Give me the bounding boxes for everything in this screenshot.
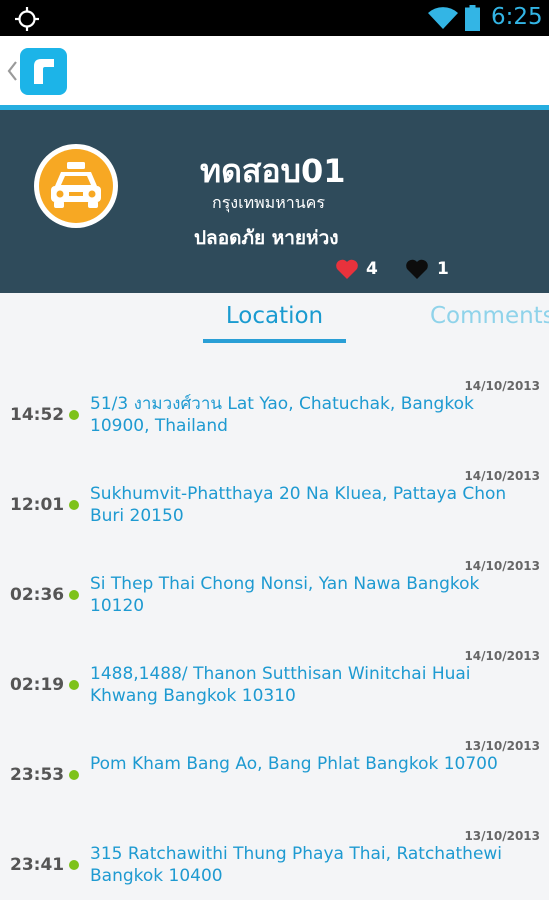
- item-time: 14:52: [10, 405, 65, 425]
- item-address: 315 Ratchawithi Thung Phaya Thai, Ratcha…: [90, 844, 503, 886]
- status-dot: [69, 680, 79, 690]
- item-time: 12:01: [10, 495, 65, 515]
- battery-icon: [465, 5, 480, 31]
- profile-city: กรุงเทพมหานคร: [212, 193, 325, 212]
- item-time: 23:53: [10, 765, 65, 785]
- location-list[interactable]: 14/10/2013 14:52 51/3 งามวงศ์วาน Lat Yao…: [0, 368, 549, 900]
- status-dot: [69, 860, 79, 870]
- profile-status: ปลอดภัย หายห่วง: [194, 227, 339, 249]
- item-address: 1488,1488/ Thanon Sutthisan Winitchai Hu…: [90, 664, 471, 706]
- wifi-icon: [428, 7, 458, 29]
- list-item[interactable]: 14/10/2013 02:36 Si Thep Thai Chong Nons…: [0, 548, 549, 638]
- status-bar: 6:25: [0, 0, 549, 36]
- list-item[interactable]: 14/10/2013 12:01 Sukhumvit-Phatthaya 20 …: [0, 458, 549, 548]
- avatar: [34, 144, 118, 228]
- list-item[interactable]: 14/10/2013 14:52 51/3 งามวงศ์วาน Lat Yao…: [0, 368, 549, 458]
- item-time: 02:19: [10, 675, 65, 695]
- status-dot: [69, 770, 79, 780]
- dark-heart-icon[interactable]: [405, 258, 429, 280]
- item-address: Sukhumvit-Phatthaya 20 Na Kluea, Pattaya…: [90, 484, 507, 526]
- list-item[interactable]: 13/10/2013 23:53 Pom Kham Bang Ao, Bang …: [0, 728, 549, 818]
- app-logo-icon[interactable]: [20, 48, 67, 95]
- list-item[interactable]: 13/10/2013 23:41 315 Ratchawithi Thung P…: [0, 818, 549, 900]
- item-date: 14/10/2013: [464, 649, 540, 663]
- item-address: Pom Kham Bang Ao, Bang Phlat Bangkok 107…: [90, 754, 498, 774]
- gps-icon: [15, 7, 39, 31]
- item-date: 13/10/2013: [464, 739, 540, 753]
- status-dot: [69, 410, 79, 420]
- tab-comments[interactable]: Comments: [430, 303, 549, 329]
- action-bar: [0, 36, 549, 110]
- item-address: Si Thep Thai Chong Nonsi, Yan Nawa Bangk…: [90, 574, 480, 616]
- heart-icon[interactable]: [335, 258, 359, 280]
- item-date: 14/10/2013: [464, 469, 540, 483]
- list-item[interactable]: 14/10/2013 02:19 1488,1488/ Thanon Sutth…: [0, 638, 549, 728]
- item-time: 02:36: [10, 585, 65, 605]
- item-time: 23:41: [10, 855, 65, 875]
- tab-location-label: Location: [225, 303, 324, 329]
- profile-header: ทดสอบ01 กรุงเทพมหานคร ปลอดภัย หายห่วง 4 …: [0, 110, 549, 293]
- tab-indicator: [203, 339, 346, 343]
- tab-location[interactable]: Location: [203, 303, 346, 343]
- status-time: 6:25: [491, 4, 543, 30]
- item-date: 14/10/2013: [464, 559, 540, 573]
- status-dot: [69, 590, 79, 600]
- item-address: 51/3 งามวงศ์วาน Lat Yao, Chatuchak, Bang…: [90, 394, 474, 436]
- tab-bar: Location Comments: [0, 293, 549, 353]
- taxi-icon: [51, 162, 101, 208]
- dislike-count: 1: [437, 259, 449, 279]
- like-count: 4: [366, 259, 378, 279]
- profile-name: ทดสอบ01: [200, 152, 346, 190]
- item-date: 13/10/2013: [464, 829, 540, 843]
- status-dot: [69, 500, 79, 510]
- item-date: 14/10/2013: [464, 379, 540, 393]
- back-chevron-icon[interactable]: [6, 60, 18, 82]
